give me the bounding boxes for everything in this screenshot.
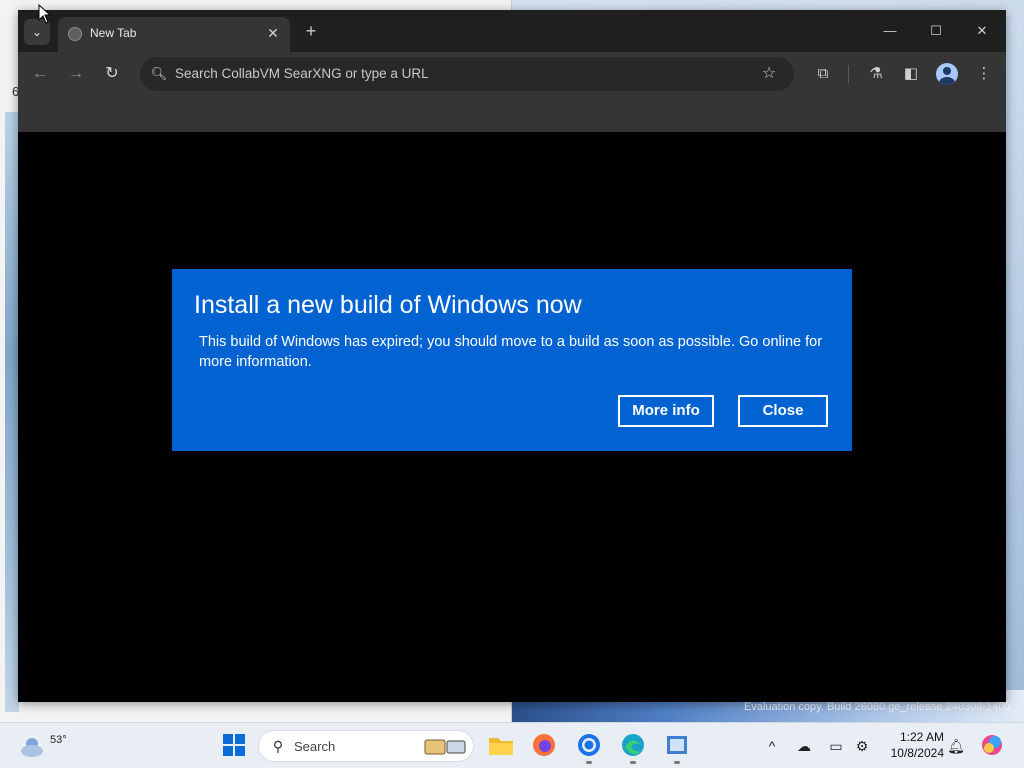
address-bar-placeholder: Search CollabVM SearXNG or type a URL <box>175 66 429 81</box>
plus-icon: + <box>305 21 317 41</box>
new-tab-button[interactable]: + <box>300 20 322 42</box>
more-vertical-icon: ⋮ <box>976 65 992 82</box>
minimize-button[interactable]: — <box>870 18 910 44</box>
close-window-button[interactable]: ✕ <box>962 18 1002 44</box>
weather-temperature: 53° <box>50 734 67 746</box>
firefox-icon <box>533 734 555 756</box>
search-highlight-icon <box>424 739 466 755</box>
show-hidden-icons-button[interactable]: ^ <box>762 736 782 756</box>
more-info-button[interactable]: More info <box>618 395 714 427</box>
display-icon[interactable]: ▭ <box>826 736 846 756</box>
tab-title: New Tab <box>90 26 137 40</box>
arrow-left-icon: ← <box>32 65 48 82</box>
close-button[interactable]: Close <box>738 395 828 427</box>
background-window-image-strip <box>5 112 19 712</box>
browser-menu-button[interactable]: ⋮ <box>971 61 997 87</box>
chrome-taskbar-icon[interactable] <box>575 731 603 759</box>
dialog-message: This build of Windows has expired; you s… <box>199 334 823 370</box>
chrome-running-indicator <box>586 761 592 764</box>
toolbar-divider <box>848 65 849 83</box>
profile-avatar[interactable] <box>936 63 958 85</box>
weather-widget[interactable]: 53° <box>18 729 67 763</box>
app-running-indicator <box>674 761 680 764</box>
edge-running-indicator <box>630 761 636 764</box>
back-button[interactable]: ← <box>27 61 53 87</box>
taskbar-clock[interactable]: 1:22 AM 10/8/2024 <box>880 729 944 761</box>
windows-logo-icon <box>223 734 245 756</box>
side-panel-button[interactable]: ◧ <box>898 61 924 87</box>
file-explorer-taskbar-icon[interactable] <box>487 731 515 759</box>
labs-button[interactable]: ⚗ <box>863 61 889 87</box>
bell-icon[interactable]: 🔔︎ <box>946 736 966 756</box>
puzzle-icon: ⧉ <box>817 65 829 82</box>
search-icon: 🔍︎ <box>150 66 168 81</box>
app-taskbar-icon[interactable] <box>663 731 691 759</box>
tab-new-tab[interactable]: New Tab ✕ <box>58 17 290 52</box>
edge-icon <box>622 734 644 756</box>
close-icon: ✕ <box>976 23 988 38</box>
chevron-down-icon: ⌄ <box>31 25 43 39</box>
edge-taskbar-icon[interactable] <box>619 731 647 759</box>
address-bar[interactable]: 🔍︎ Search CollabVM SearXNG or type a URL… <box>140 57 794 91</box>
dialog-title: Install a new build of Windows now <box>194 291 582 319</box>
browser-toolbar: ← → ↻ 🔍︎ Search CollabVM SearXNG or type… <box>18 52 1006 94</box>
reload-button[interactable]: ↻ <box>99 61 125 87</box>
build-expired-dialog: Install a new build of Windows now This … <box>172 269 852 451</box>
maximize-button[interactable]: ☐ <box>916 18 956 44</box>
taskbar-search-label: Search <box>294 739 336 754</box>
chevron-up-icon: ^ <box>768 738 776 754</box>
taskbar-search-box[interactable]: ⚲ Search <box>258 730 474 762</box>
reload-icon: ↻ <box>105 65 119 82</box>
clock-time: 1:22 AM <box>899 730 944 744</box>
onedrive-status-icon[interactable]: ☁ <box>794 736 814 756</box>
window-app-icon <box>667 736 687 754</box>
copilot-taskbar-icon[interactable] <box>978 731 1006 759</box>
evaluation-watermark: Evaluation copy. Build 26080.ge_release.… <box>744 701 1011 713</box>
maximize-icon: ☐ <box>930 23 942 38</box>
browser-titlebar: ⌄ New Tab ✕ + — ☐ ✕ <box>18 10 1006 52</box>
globe-icon <box>68 27 82 41</box>
bookmarks-bar <box>18 94 1006 132</box>
taskbar: 53° ⚲ Search ^ ☁ ▭ ⚙ 1:22 AM 10/8/2024 🔔… <box>0 722 1024 768</box>
minimize-icon: — <box>883 23 897 38</box>
mouse-cursor-icon <box>38 4 52 24</box>
bookmark-star-button[interactable]: ☆ <box>758 63 780 85</box>
extensions-button[interactable]: ⧉ <box>810 61 836 87</box>
firefox-taskbar-icon[interactable] <box>530 731 558 759</box>
clock-date: 10/8/2024 <box>890 746 944 760</box>
close-icon: ✕ <box>267 25 279 41</box>
start-button[interactable] <box>220 731 248 759</box>
flask-icon: ⚗ <box>869 65 883 82</box>
chrome-icon <box>578 734 600 756</box>
star-icon: ☆ <box>761 65 777 82</box>
network-icon[interactable]: ⚙ <box>852 736 872 756</box>
tab-close-button[interactable]: ✕ <box>264 24 282 42</box>
folder-icon <box>489 738 513 755</box>
search-icon: ⚲ <box>272 738 284 754</box>
arrow-right-icon: → <box>68 65 84 82</box>
side-panel-icon: ◧ <box>903 65 919 82</box>
copilot-icon <box>982 735 1002 755</box>
weather-cloud-icon <box>21 738 43 757</box>
forward-button[interactable]: → <box>63 61 89 87</box>
